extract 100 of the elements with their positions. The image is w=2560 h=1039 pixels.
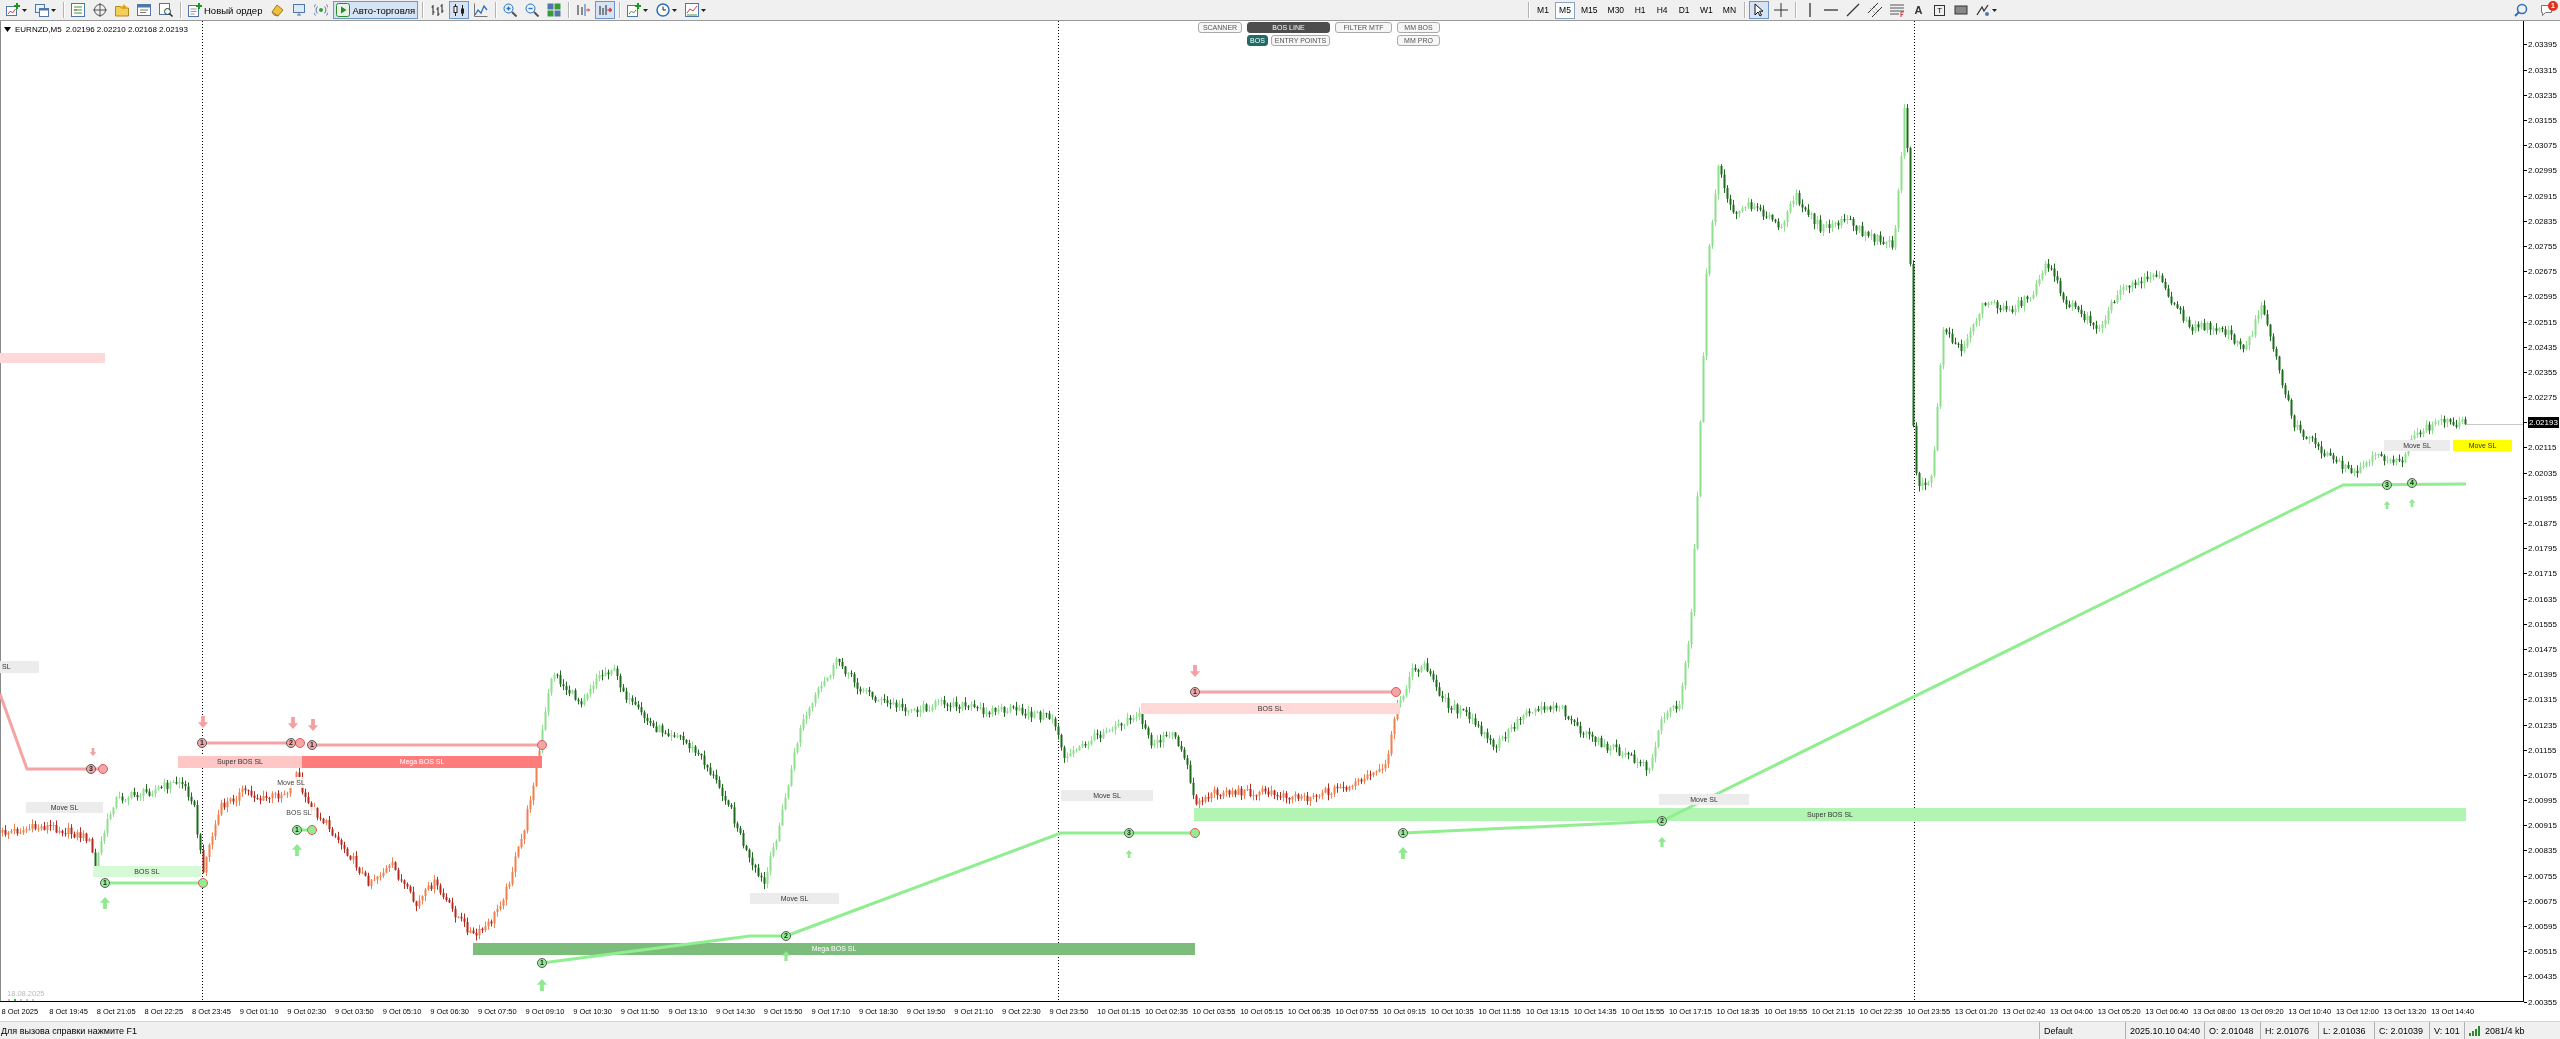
radio-waves-icon [314,3,329,17]
level-lines-icon [1890,3,1905,17]
price-label: 2.02675 [2528,267,2557,277]
diagonal-line-icon [1846,3,1861,17]
circle-marker-icon [537,740,547,750]
up-arrow-icon [99,897,111,909]
autotrading-button[interactable]: Авто-торговля [333,1,419,19]
chart-plus-icon [6,3,20,17]
indicator-chart-icon [685,3,700,17]
window-list-icon [137,3,151,17]
tiles-icon [547,3,562,17]
price-label: 2.02755 [2528,242,2557,251]
timeframe-tab[interactable]: MN [1718,1,1741,19]
price-label: 2.02355 [2528,367,2557,377]
help-hint: Для вызова справки нажмите F1 [0,1025,139,1036]
down-arrow-icon [197,716,209,728]
timeframe-tab[interactable]: M1 [1533,1,1553,19]
caret-icon [701,8,707,12]
price-label: 2.00995 [2528,796,2557,806]
price-label: 2.02115 [2528,443,2557,453]
price-label: 2.00355 [2528,997,2557,1007]
timeframe-tab[interactable]: M5 [1555,1,1575,19]
price-label: 2.00835 [2528,846,2557,856]
line-chart-icon [474,3,489,17]
up-arrow-icon [2408,499,2416,507]
price-label: 2.01635 [2528,594,2557,604]
up-arrow-icon [291,844,303,856]
traffic-field: 2081/4 kb [2485,1025,2525,1036]
timeframe-tab[interactable]: H1 [1630,1,1651,19]
profiles-button[interactable] [32,1,59,19]
timeframe-tab[interactable]: M15 [1577,1,1602,19]
text-label-button[interactable]: T [1930,1,1950,19]
status-field: V: 101 [2434,1025,2460,1036]
up-arrow-icon [781,951,791,961]
status-field: 2025.10.10 04:40 [2129,1025,2200,1036]
data-window-button[interactable] [90,1,110,19]
circle-marker-icon [1391,687,1401,697]
price-label: 2.02835 [2528,216,2557,226]
price-label: 2.01475 [2528,645,2557,654]
autoscroll-button[interactable] [595,1,616,19]
new-order-button[interactable]: Новый ордер [185,1,266,19]
candlesticks-icon [452,3,467,17]
price-label: 2.01955 [2528,493,2557,503]
parallel-lines-icon [1868,3,1883,17]
target-icon [93,3,107,17]
timeframe-tab[interactable]: H4 [1652,1,1673,19]
ohlc-bars-icon [430,3,445,17]
caret-icon [22,8,27,12]
play-icon [336,3,351,17]
caret-icon [672,8,678,12]
up-arrow-icon [2383,501,2391,509]
zoom-in-icon [503,3,518,17]
status-field: H: 2.01076 [2265,1025,2310,1036]
caret-icon [51,8,56,12]
price-label: 2.03235 [2528,90,2557,100]
windows-icon [35,3,49,17]
monitor-icon [292,3,307,17]
up-arrow-icon [1657,837,1667,847]
price-label: 2.01395 [2528,670,2557,680]
terminal-button[interactable] [134,1,154,19]
circle-marker-icon [98,764,108,774]
status-field: L: 2.01036 [2323,1025,2366,1036]
folder-star-icon [115,3,129,17]
market-watch-button[interactable] [68,1,88,19]
timeframe-tab[interactable]: D1 [1674,1,1695,19]
down-arrow-icon [1189,665,1201,677]
cursor-button[interactable] [1749,1,1770,19]
price-label: 2.02995 [2528,166,2557,176]
price-label: 2.03155 [2528,116,2557,126]
clock-icon [656,3,671,17]
status-field: C: 2.01039 [2379,1025,2424,1036]
text-tool-button[interactable]: A [1909,1,1929,19]
candlestick-button[interactable] [449,1,470,19]
horizontal-line-icon [1824,9,1839,11]
tester-button[interactable] [156,1,176,19]
price-label: 2.01235 [2528,720,2557,730]
up-arrow-icon [1397,847,1409,859]
magnifier-page-icon [159,3,173,17]
new-chart-button[interactable] [3,1,30,19]
up-arrow-icon [536,979,548,991]
collapse-triangle-icon [4,27,11,32]
price-label: 2.00515 [2528,947,2557,957]
symbol-label: EURNZD,M5 [15,25,62,34]
price-label: 2.01315 [2528,695,2557,705]
circle-marker-icon [198,878,208,888]
down-arrow-icon [89,748,97,756]
price-label: 2.02595 [2528,292,2557,302]
timeframe-tab[interactable]: W1 [1696,1,1717,19]
price-label: 2.00915 [2528,821,2557,831]
chart-shift-icon [576,3,591,17]
down-arrow-icon [307,719,319,731]
template-plus-icon [627,3,642,17]
order-plus-icon [188,3,202,17]
timeframe-tab[interactable]: M30 [1603,1,1629,19]
bid-line [2465,424,2523,425]
quote-values: 2.02196 2.02210 2.02168 2.02193 [65,25,188,34]
status-field: Default [2043,1025,2073,1036]
zoom-out-icon [525,3,540,17]
price-label: 2.02275 [2528,393,2557,403]
price-label: 2.02915 [2528,191,2557,201]
